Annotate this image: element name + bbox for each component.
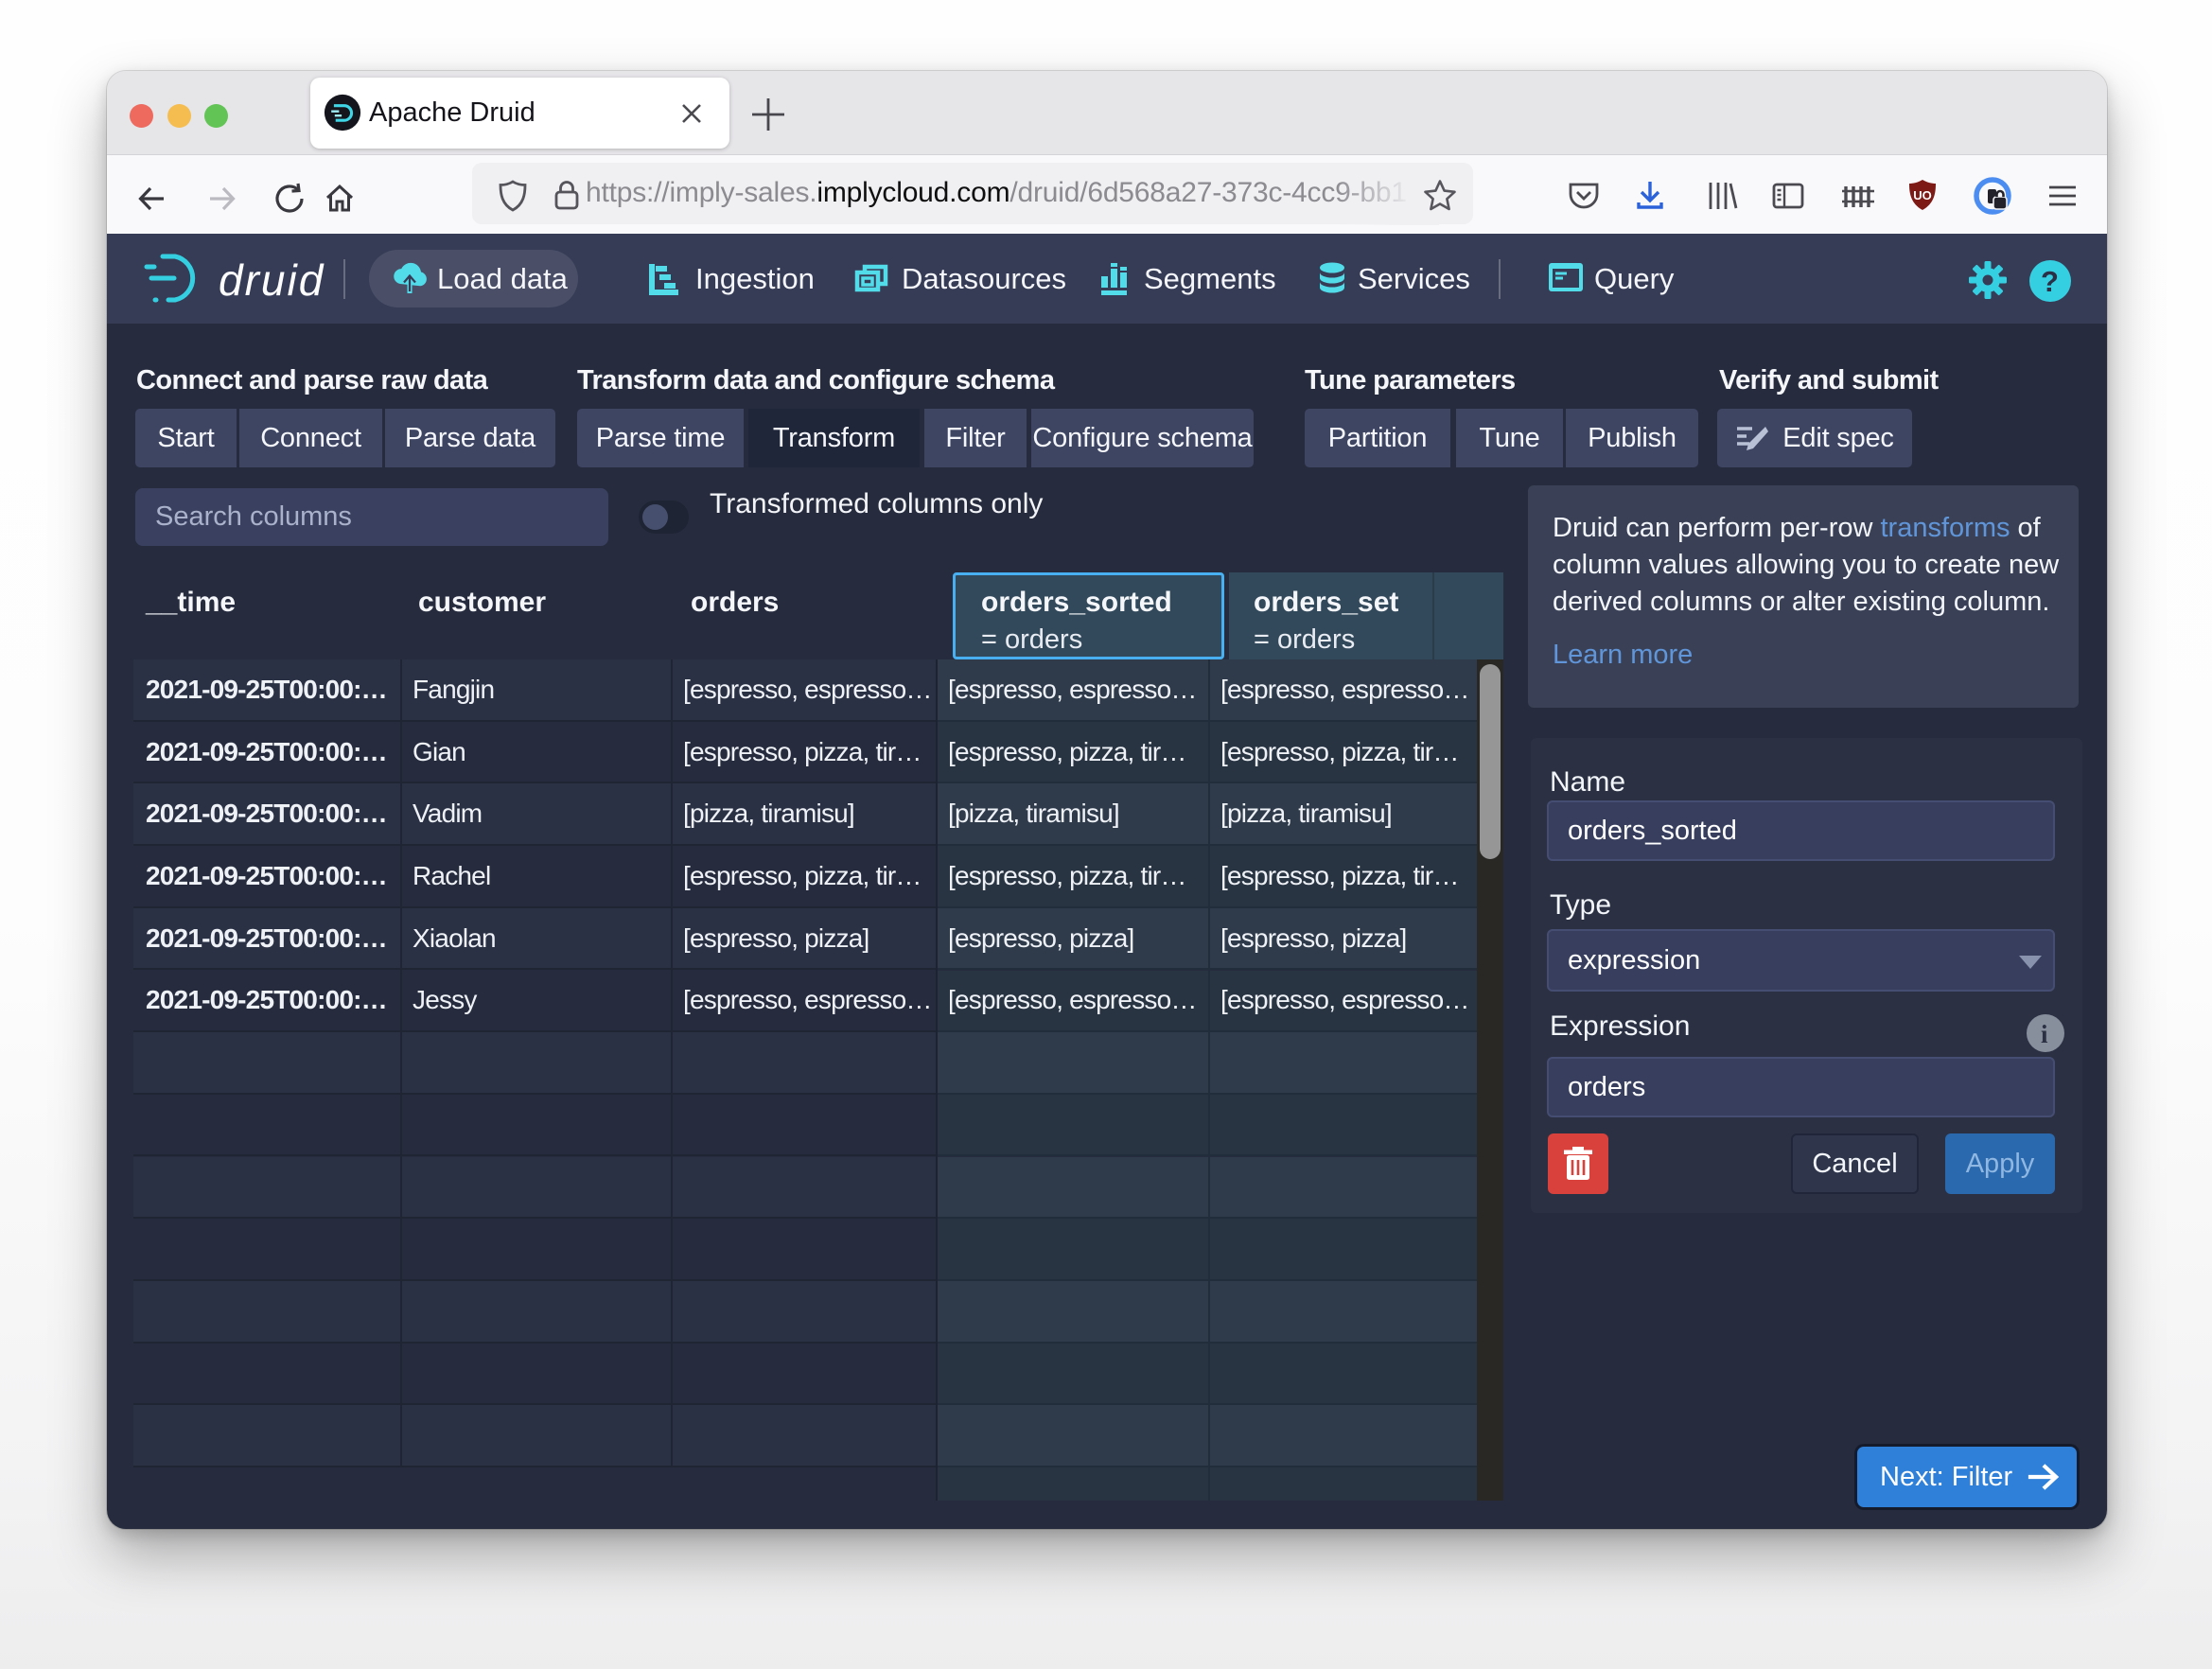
svg-text:UO: UO [1913,188,1932,202]
